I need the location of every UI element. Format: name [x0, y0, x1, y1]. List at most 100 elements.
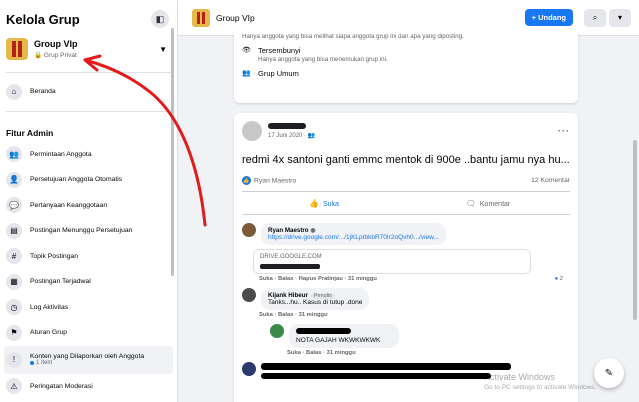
comment-text: NOTA GAJAH WKWKWKWK: [296, 337, 381, 344]
sidebar-item-member-requests[interactable]: 👥 Permintaan Anggota: [0, 142, 177, 168]
collapse-sidebar-icon[interactable]: ◧: [151, 10, 169, 28]
preview-domain: DRIVE.GOOGLE.COM: [260, 254, 322, 260]
report-icon: !: [6, 351, 22, 368]
group-privacy-label: Grup Privat: [43, 52, 77, 59]
new-message-button[interactable]: ✎: [594, 358, 624, 388]
group-about-card: Hanya anggota yang bisa melihat siapa an…: [234, 28, 578, 103]
avatar[interactable]: [242, 121, 262, 141]
sidebar-title: Kelola Grup: [6, 11, 80, 27]
group-thumbnail: [6, 38, 28, 60]
sidebar-item-membership-questions[interactable]: 💬 Pertanyaan Keanggotaan: [0, 193, 177, 219]
watermark-subtitle: Go to PC settings to activate Windows.: [484, 384, 597, 391]
comment: Ryan Maestro ◉ https://drive.google.com/…: [234, 223, 578, 245]
home-icon: ⌂: [6, 83, 22, 100]
sidebar-item-activity-log[interactable]: ◷ Log Aktivitas: [0, 295, 177, 321]
comment-link[interactable]: https://drive.google.com/.../1jKLpIbkbR7…: [268, 234, 439, 241]
post-time-label: 17 Juni 2020 ·: [268, 133, 308, 139]
reaction-count: 2: [559, 276, 563, 282]
warning-icon: ⚠: [6, 378, 22, 395]
calendar-icon: ▦: [6, 273, 22, 290]
comment: Kijank Hibeur Penulis Tanks...hu.. Kasus …: [234, 288, 578, 310]
comment-actions: Suka · Balas · Hapus Pratinjau · 31 ming…: [259, 276, 563, 282]
sidebar-scrollbar[interactable]: [171, 28, 174, 276]
more-options-icon[interactable]: ···: [558, 126, 570, 136]
topbar-group-title[interactable]: Group VIp: [216, 13, 525, 23]
like-label: Suka: [323, 200, 339, 208]
redacted-name: [296, 328, 351, 334]
comment-meta[interactable]: Suka · Balas · Hapus Pratinjau · 31 ming…: [259, 276, 377, 282]
sidebar-item-label: Beranda: [30, 88, 56, 96]
group-name: Group VIp: [34, 39, 78, 49]
comment-actions[interactable]: Suka · Balas · 31 minggu: [259, 312, 578, 318]
caret-down-icon[interactable]: ▼: [159, 45, 167, 54]
sidebar-item-label: Pertanyaan Keanggotaan: [30, 201, 108, 209]
comments-count[interactable]: 12 Komentar: [531, 177, 570, 184]
post-stats: 👍 Ryan Maestro 12 Komentar: [234, 168, 578, 191]
post-header: 17 Juni 2020 · 👥 ···: [234, 113, 578, 141]
comment-actions[interactable]: Suka · Balas · 31 minggu: [287, 350, 578, 356]
avatar[interactable]: [270, 324, 284, 338]
sidebar-item-label: Log Aktivitas: [30, 303, 69, 311]
group-audience-icon: 👥: [307, 133, 316, 139]
avatar[interactable]: [242, 362, 256, 376]
post-timestamp[interactable]: 17 Juni 2020 · 👥: [268, 132, 558, 139]
reply: NOTA GAJAH WKWKWKWK: [262, 324, 578, 348]
sidebar-item-home[interactable]: ⌂ Beranda: [0, 79, 177, 105]
commenter-name-label: Kijank Hibeur: [268, 292, 308, 299]
post-card: 17 Juni 2020 · 👥 ··· redmi 4x santoni ga…: [234, 113, 578, 402]
sidebar-item-scheduled-posts[interactable]: ▦ Postingan Terjadwal: [0, 269, 177, 295]
general-group-setting: 👥 Grup Umum: [242, 69, 570, 78]
sidebar-item-label: Permintaan Anggota: [30, 150, 92, 158]
sidebar-divider: [6, 72, 171, 73]
reactions-summary[interactable]: 👍 Ryan Maestro: [242, 176, 296, 185]
like-button[interactable]: 👍 Suka: [242, 199, 406, 208]
sidebar-item-label: Aturan Grup: [30, 329, 68, 337]
comment-bubble: Ryan Maestro ◉ https://drive.google.com/…: [261, 223, 446, 245]
reported-count: 1 item: [30, 360, 144, 366]
group-switcher[interactable]: Group VIp 🔒 Grup Privat ▼: [0, 32, 177, 66]
verified-icon: ◉: [310, 227, 316, 234]
sidebar-item-moderation-alerts[interactable]: ⚠ Peringatan Moderasi: [0, 374, 177, 400]
group-icon: 👥: [242, 70, 251, 77]
activity-log-icon: ◷: [6, 299, 22, 316]
comment-text: Tanks...hu.. Kasus di tutup .done: [268, 299, 363, 306]
post-actions: 👍 Suka 🗨 Komentar: [242, 191, 570, 215]
comment-bubble: NOTA GAJAH WKWKWKWK: [289, 324, 399, 348]
redacted-content: [261, 363, 511, 370]
sidebar-item-label: Konten yang Dilaporkan oleh Anggota: [30, 353, 145, 360]
feed-scrollbar[interactable]: [633, 140, 637, 320]
admin-sidebar: Kelola Grup ◧ Group VIp 🔒 Grup Privat ▼ …: [0, 0, 178, 402]
more-options-icon[interactable]: ▾: [609, 8, 631, 27]
sidebar-item-auto-approve[interactable]: 👤 Persetujuan Anggota Otomatis: [0, 167, 177, 193]
eye-icon: 👁: [242, 47, 251, 54]
sidebar-header: Kelola Grup ◧: [0, 0, 177, 28]
sidebar-item-group-rules[interactable]: ⚑ Aturan Grup: [0, 320, 177, 346]
commenter-name[interactable]: Ryan Maestro ◉: [268, 227, 439, 234]
hidden-title: Tersembunyi: [258, 46, 301, 55]
app-root: Kelola Grup ◧ Group VIp 🔒 Grup Privat ▼ …: [0, 0, 639, 402]
unread-dot-icon: [30, 361, 34, 365]
commenter-name[interactable]: Kijank Hibeur Penulis: [268, 292, 362, 299]
thumbs-up-icon: 👍: [309, 198, 319, 208]
invite-button[interactable]: + Undang: [524, 9, 573, 26]
avatar[interactable]: [242, 288, 256, 302]
sidebar-item-post-topics[interactable]: # Topik Postingan: [0, 244, 177, 270]
hidden-description: Hanya anggota yang bisa menemukan grup i…: [258, 56, 388, 63]
comment-button[interactable]: 🗨 Komentar: [406, 199, 570, 208]
reactor-name: Ryan Maestro: [254, 177, 297, 185]
general-group-title: Grup Umum: [258, 69, 299, 78]
sidebar-item-pending-posts[interactable]: ▤ Postingan Menunggu Persetujuan: [0, 218, 177, 244]
comment-reactions[interactable]: ● 2: [555, 276, 563, 282]
private-description: Hanya anggota yang bisa melihat siapa an…: [242, 33, 464, 40]
avatar[interactable]: [242, 223, 256, 237]
sidebar-item-reported-content[interactable]: ! Konten yang Dilaporkan oleh Anggota 1 …: [4, 345, 173, 374]
search-icon[interactable]: ⌕: [584, 8, 606, 27]
link-preview[interactable]: DRIVE.GOOGLE.COM: [253, 249, 531, 274]
sidebar-item-label: Peringatan Moderasi: [30, 382, 93, 390]
comment-label: Komentar: [479, 200, 511, 208]
auto-approve-icon: 👤: [6, 171, 22, 188]
windows-activation-watermark: Activate Windows Go to PC settings to ac…: [484, 372, 596, 391]
topic-icon: #: [6, 248, 22, 265]
author-name-redacted[interactable]: [268, 123, 306, 129]
lock-icon: 🔒: [34, 52, 43, 59]
